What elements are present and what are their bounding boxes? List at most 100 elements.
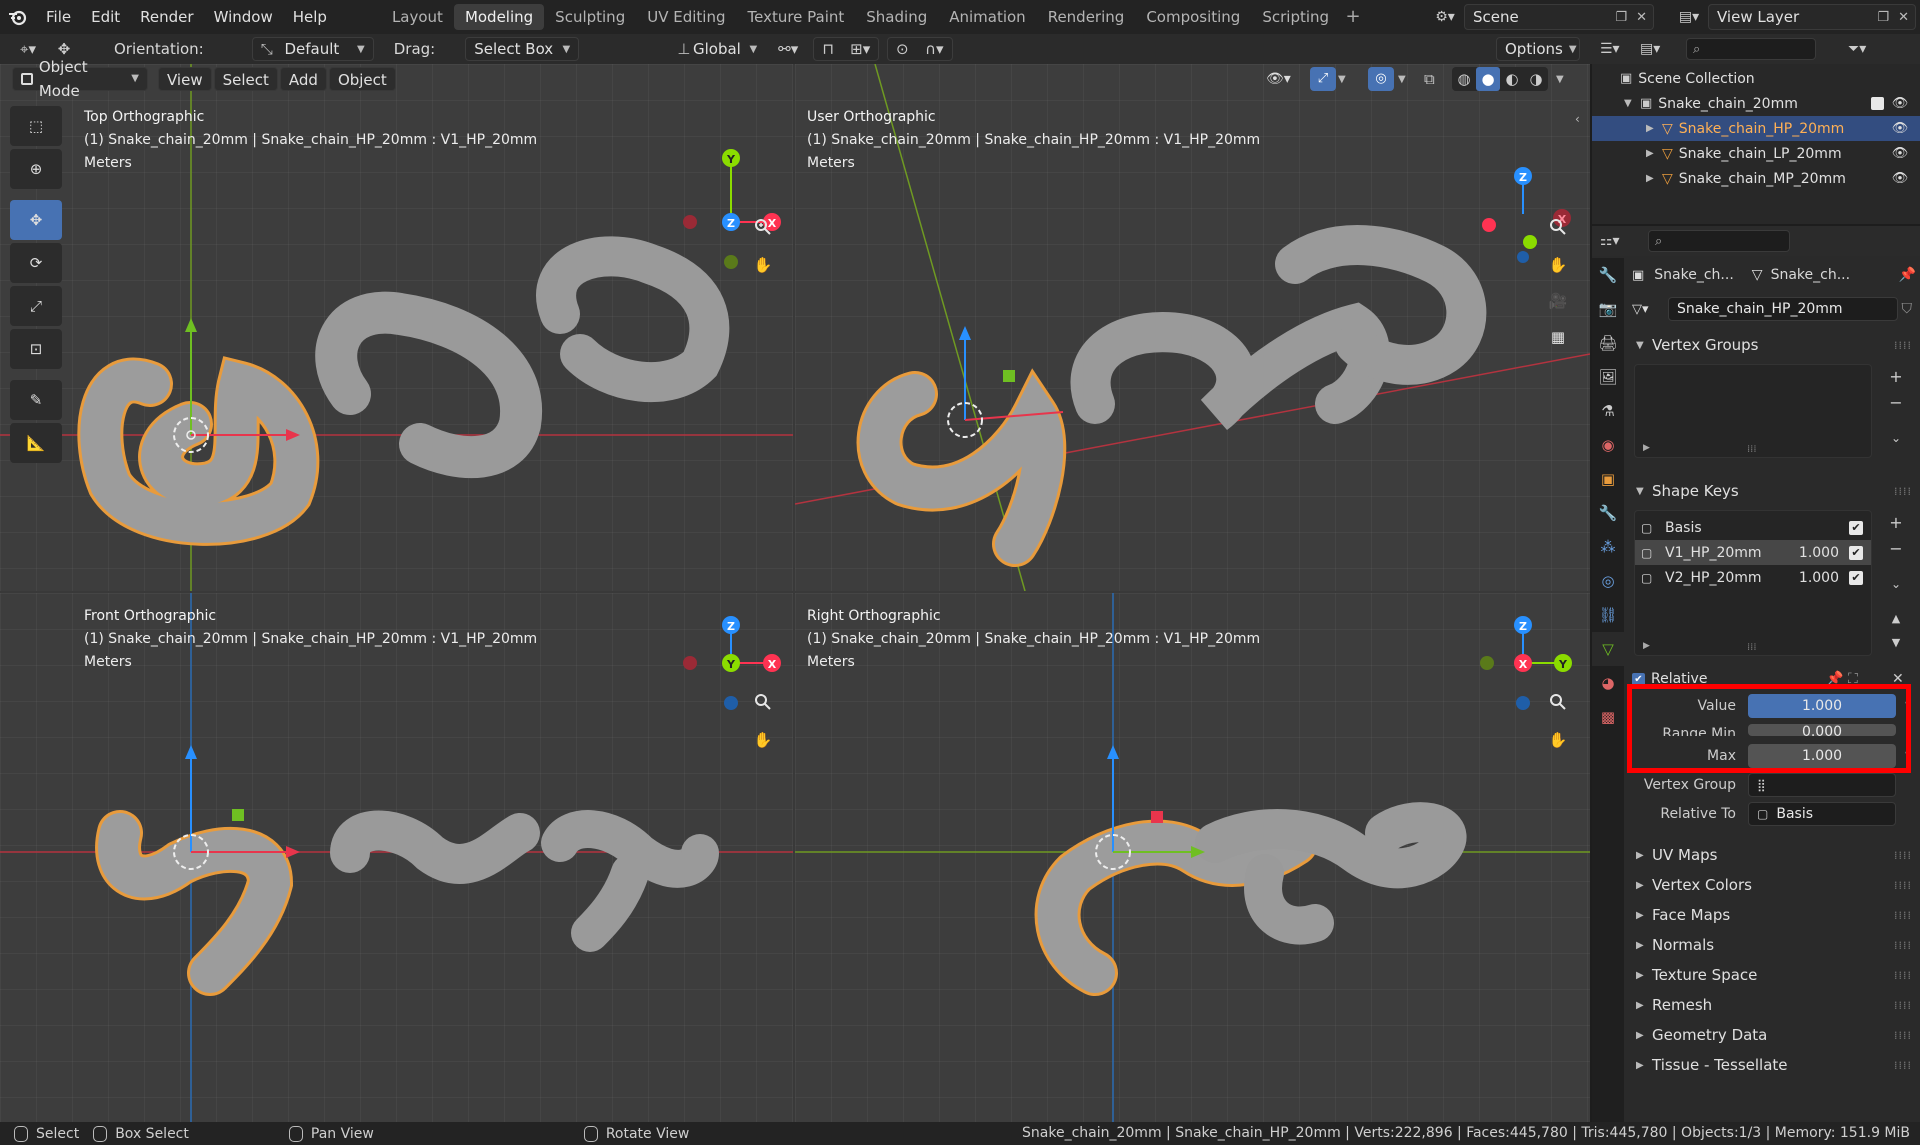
exclude-checkbox[interactable]	[1871, 97, 1884, 110]
vertex-colors-panel-header[interactable]: ▶ Vertex Colors ⁞⁞⁞⁞	[1626, 870, 1920, 900]
drag-grip-icon[interactable]: ⁞⁞⁞⁞	[1894, 339, 1912, 352]
delete-scene-icon[interactable]: ✕	[1636, 10, 1647, 25]
menu-render[interactable]: Render	[130, 0, 203, 34]
proportional-edit-icon[interactable]: ⊙	[888, 37, 916, 61]
texture-tab-icon[interactable]: ▩	[1592, 700, 1624, 734]
edit-mode-shape-icon[interactable]: ⛶	[1848, 671, 1858, 687]
gizmo-options-icon[interactable]: ▼	[1338, 74, 1346, 85]
keyframe-dot-icon[interactable]: •	[1904, 748, 1910, 759]
expand-arrow-icon[interactable]: ▶	[1646, 148, 1662, 159]
perspective-grid-icon[interactable]: ▦	[1543, 322, 1573, 352]
particles-tab-icon[interactable]: ⁂	[1592, 530, 1624, 564]
tab-modeling[interactable]: Modeling	[453, 4, 545, 30]
drag-grip-icon[interactable]: ⁞⁞⁞⁞	[1894, 939, 1912, 952]
outliner-object-row[interactable]: ▶ ▽ Snake_chain_LP_20mm 👁	[1592, 141, 1920, 166]
fake-user-icon[interactable]: ⛉	[1902, 301, 1913, 317]
constraints-tab-icon[interactable]: ⛓	[1592, 598, 1624, 632]
delete-view-layer-icon[interactable]: ✕	[1898, 10, 1909, 25]
viewport-right[interactable]: Z Y X Right Orthographic (1) Snake_chain…	[795, 593, 1590, 1122]
snap-target-icon[interactable]: ⊞▾	[842, 37, 878, 61]
value-slider[interactable]: 1.000	[1748, 694, 1896, 718]
scene-selector-icon[interactable]: ⚙▾	[1428, 6, 1462, 28]
remove-vertex-group-button[interactable]: −	[1884, 390, 1908, 414]
drag-grip-icon[interactable]: ⁞⁞⁞⁞	[1894, 879, 1912, 892]
move-up-button[interactable]: ▲	[1884, 606, 1908, 630]
vertex-group-menu-icon[interactable]: ⌄	[1884, 426, 1908, 450]
eye-icon[interactable]: 👁	[1890, 146, 1910, 161]
max-field[interactable]: 1.000	[1748, 744, 1896, 768]
physics-tab-icon[interactable]: ◎	[1592, 564, 1624, 598]
face-maps-panel-header[interactable]: ▶ Face Maps ⁞⁞⁞⁞	[1626, 900, 1920, 930]
viewport-user[interactable]: Z X User Orthographic (1) Snake_chain_20…	[795, 64, 1590, 591]
drag-grip-icon[interactable]: ⁞⁞⁞⁞	[1894, 1059, 1912, 1072]
tool-tab-icon[interactable]: 🔧	[1592, 258, 1624, 292]
resize-grip-icon[interactable]: ⁞⁞⁞	[1747, 642, 1757, 653]
tab-compositing[interactable]: Compositing	[1135, 4, 1251, 30]
view-layer-tab-icon[interactable]: 🖼	[1592, 360, 1624, 394]
shape-key-row[interactable]: ▢ V2_HP_20mm 1.000 ✔	[1635, 565, 1871, 590]
output-tab-icon[interactable]: 🖨	[1592, 326, 1624, 360]
remove-shape-key-button[interactable]: −	[1884, 536, 1908, 560]
display-mode-icon[interactable]: ▤▾	[1640, 41, 1680, 57]
menu-file[interactable]: File	[36, 0, 81, 34]
cursor-tool-icon[interactable]: ⊕	[10, 149, 62, 189]
transform-tool-icon[interactable]: ⊡	[10, 329, 62, 369]
breadcrumb-mesh[interactable]: Snake_ch...	[1771, 267, 1850, 283]
expand-arrow-icon[interactable]: ▶	[1643, 641, 1650, 651]
zoom-icon[interactable]	[1543, 212, 1573, 242]
vertex-group-field[interactable]: ⣿	[1748, 773, 1896, 797]
outliner-object-row[interactable]: ▶ ▽ Snake_chain_MP_20mm 👁	[1592, 166, 1920, 191]
collection-row[interactable]: ▼ ▣ Snake_chain_20mm 👁	[1592, 91, 1920, 116]
select-menu[interactable]: Select	[213, 67, 278, 91]
blender-logo-icon[interactable]	[0, 0, 36, 34]
pan-hand-icon[interactable]: ✋	[748, 725, 778, 755]
overlays-toggle-icon[interactable]: ◎	[1368, 67, 1394, 91]
outliner-search-input[interactable]: ⌕	[1686, 38, 1816, 60]
world-tab-icon[interactable]: ◉	[1592, 428, 1624, 462]
menu-window[interactable]: Window	[204, 0, 283, 34]
tab-animation[interactable]: Animation	[938, 4, 1036, 30]
tab-shading[interactable]: Shading	[855, 4, 938, 30]
add-vertex-group-button[interactable]: +	[1884, 364, 1908, 388]
drag-grip-icon[interactable]: ⁞⁞⁞⁞	[1894, 485, 1912, 498]
tab-sculpting[interactable]: Sculpting	[544, 4, 636, 30]
zoom-icon[interactable]	[748, 687, 778, 717]
tissue-tessellate-panel-header[interactable]: ▶ Tissue - Tessellate ⁞⁞⁞⁞	[1626, 1050, 1920, 1080]
gizmo-toggle-icon[interactable]: ⤢	[1310, 67, 1336, 91]
material-tab-icon[interactable]: ◕	[1592, 666, 1624, 700]
properties-search-input[interactable]: ⌕	[1648, 230, 1790, 252]
drag-grip-icon[interactable]: ⁞⁞⁞⁞	[1894, 909, 1912, 922]
scene-selector[interactable]: Scene ❐ ✕	[1464, 4, 1654, 30]
mesh-browse-icon[interactable]: ▽▾	[1626, 302, 1666, 317]
camera-view-icon[interactable]: 🎥	[1543, 286, 1573, 316]
move-down-button[interactable]: ▼	[1884, 630, 1908, 654]
remesh-panel-header[interactable]: ▶ Remesh ⁞⁞⁞⁞	[1626, 990, 1920, 1020]
visibility-icon[interactable]: 👁▾	[1266, 71, 1291, 87]
view-menu[interactable]: View	[158, 67, 212, 91]
shape-key-mute-checkbox[interactable]: ✔	[1849, 545, 1863, 560]
viewport-front[interactable]: Z X Y Front Orthographic (1) Snake_chain…	[0, 593, 793, 1122]
clear-shape-icon[interactable]: ✕	[1892, 671, 1904, 687]
vertex-groups-list[interactable]: ▶ ⁞⁞⁞	[1634, 364, 1872, 458]
add-shape-key-button[interactable]: +	[1884, 510, 1908, 534]
zoom-icon[interactable]	[1543, 687, 1573, 717]
pin-shape-icon[interactable]: 📌	[1826, 671, 1843, 687]
drag-dropdown[interactable]: Select Box ▼	[465, 37, 580, 61]
transform-orientation-dropdown[interactable]: ⊥ Global ▼	[669, 37, 765, 61]
drag-grip-icon[interactable]: ⁞⁞⁞⁞	[1894, 969, 1912, 982]
shape-key-value[interactable]: 1.000	[1799, 570, 1839, 586]
expand-arrow-icon[interactable]: ▶	[1643, 443, 1650, 453]
eye-icon[interactable]: 👁	[1890, 121, 1910, 136]
new-scene-icon[interactable]: ❐	[1615, 10, 1627, 25]
tab-layout[interactable]: Layout	[381, 4, 454, 30]
orientation-dropdown[interactable]: ⤡ Default ▼	[251, 37, 374, 61]
xray-toggle-icon[interactable]: ⧉	[1424, 70, 1435, 88]
relative-checkbox[interactable]: ✔	[1632, 672, 1645, 686]
eye-icon[interactable]: 👁	[1890, 96, 1910, 111]
geometry-data-panel-header[interactable]: ▶ Geometry Data ⁞⁞⁞⁞	[1626, 1020, 1920, 1050]
pin-icon[interactable]: 📌	[1899, 267, 1916, 283]
object-mode-dropdown[interactable]: Object Mode ▼	[12, 58, 148, 100]
filter-icon[interactable]: ⏷▾	[1848, 41, 1866, 57]
add-workspace-button[interactable]: +	[1340, 4, 1366, 30]
select-box-tool-icon[interactable]: ⬚	[10, 106, 62, 146]
